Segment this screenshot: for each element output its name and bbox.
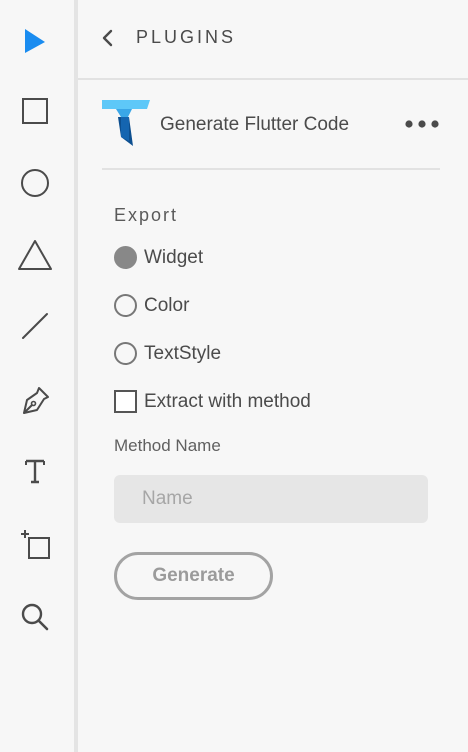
app-window: PLUGINS Generate Flutter Code Export Wid… <box>0 0 468 752</box>
ellipse-tool-button[interactable] <box>14 162 56 204</box>
radio-label: Widget <box>144 246 204 268</box>
radio-option-textstyle[interactable]: TextStyle <box>114 342 221 365</box>
panel-title: PLUGINS <box>136 27 237 47</box>
tool-bar <box>0 0 74 752</box>
magnifier-icon <box>21 603 49 631</box>
pen-tool-button[interactable] <box>14 380 56 422</box>
method-name-input[interactable] <box>114 475 428 523</box>
radio-button[interactable] <box>114 246 137 269</box>
triangle-icon <box>18 240 52 270</box>
radio-label: TextStyle <box>144 342 222 364</box>
plugin-divider <box>102 168 440 170</box>
export-section-label: Export <box>114 205 179 225</box>
chevron-left-icon[interactable] <box>100 28 116 48</box>
rectangle-tool-button[interactable] <box>14 90 56 132</box>
plugins-panel: PLUGINS Generate Flutter Code Export Wid… <box>78 0 468 752</box>
text-icon <box>25 459 45 484</box>
line-tool-button[interactable] <box>14 305 56 347</box>
extract-checkbox[interactable] <box>114 390 137 413</box>
select-tool-button[interactable] <box>14 20 56 62</box>
polygon-tool-button[interactable] <box>14 234 56 276</box>
extract-with-method-option[interactable]: Extract with method <box>114 390 311 413</box>
zoom-tool-button[interactable] <box>14 596 56 638</box>
header-divider <box>78 78 468 80</box>
ellipsis-icon[interactable] <box>404 118 440 130</box>
panel-header: PLUGINS <box>78 0 468 78</box>
arrow-pointer-icon <box>25 29 45 53</box>
method-name-label: Method Name <box>114 436 221 455</box>
flutter-logo-icon <box>102 100 150 146</box>
radio-option-widget[interactable]: Widget <box>114 246 203 269</box>
line-icon <box>22 313 48 339</box>
plugin-name: Generate Flutter Code <box>160 114 350 135</box>
radio-button[interactable] <box>114 342 137 365</box>
rectangle-icon <box>22 98 48 124</box>
pen-icon <box>23 387 49 414</box>
checkbox-label: Extract with method <box>144 390 311 412</box>
artboard-tool-button[interactable] <box>14 523 56 565</box>
artboard-icon <box>21 530 50 559</box>
radio-label: Color <box>144 294 190 316</box>
generate-button[interactable]: Generate <box>114 552 273 600</box>
radio-option-color[interactable]: Color <box>114 294 189 317</box>
ellipse-icon <box>21 169 49 197</box>
text-tool-button[interactable] <box>14 450 56 492</box>
radio-button[interactable] <box>114 294 137 317</box>
